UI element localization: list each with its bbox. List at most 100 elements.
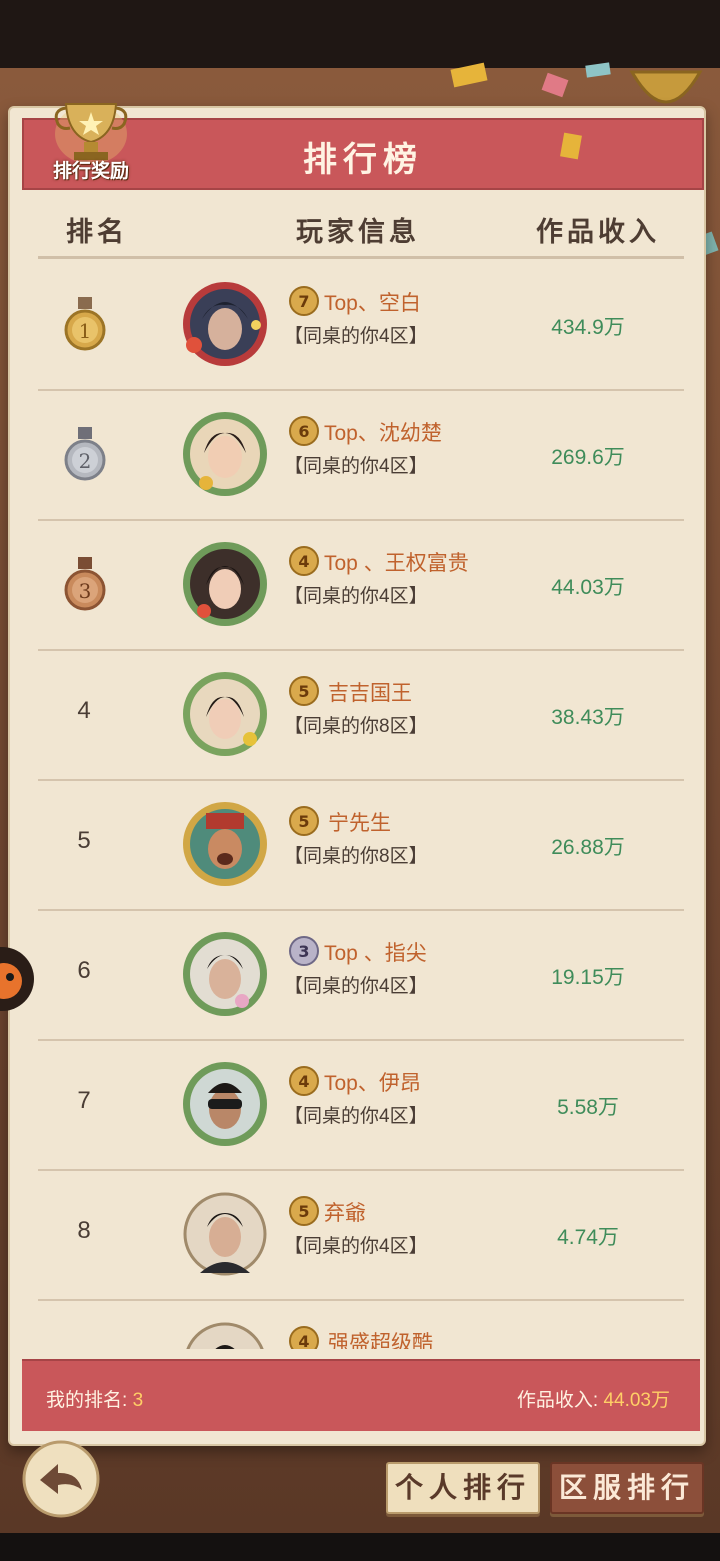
player-income: 5.58万: [557, 1096, 619, 1119]
player-avatar[interactable]: [180, 1189, 270, 1279]
my-rank: 我的排名: 3: [46, 1385, 143, 1412]
vip-badge-icon: 4: [289, 546, 319, 576]
server-ranking-button[interactable]: 区服排行: [550, 1462, 704, 1514]
player-server: 【同桌的你4区】: [284, 976, 428, 997]
player-avatar[interactable]: [180, 929, 270, 1019]
player-income: 434.9万: [551, 316, 625, 339]
avatar: [183, 802, 267, 886]
vip-badge-icon: 4: [289, 1326, 319, 1349]
player-name: 强盛超级酷: [328, 1332, 433, 1349]
vip-level: 4: [298, 552, 309, 571]
my-rank-value: 3: [132, 1390, 144, 1411]
avatar: [183, 282, 267, 366]
vip-badge-icon: 5: [289, 806, 319, 836]
player-name: 弃爺: [324, 1202, 366, 1225]
player-income: 4.74万: [557, 1226, 619, 1249]
rank-number: 4: [77, 697, 91, 724]
my-income: 作品收入: 44.03万: [517, 1385, 670, 1412]
table-row[interactable]: 4 5 吉吉国王 【同桌的你8区】 38.43万: [38, 649, 684, 781]
player-income: 19.15万: [551, 966, 625, 989]
my-income-value: 44.03万: [603, 1390, 670, 1411]
bottom-bar: [0, 1533, 720, 1561]
personal-ranking-button[interactable]: 个人排行: [386, 1462, 540, 1514]
table-row[interactable]: 6 3 Top 、指尖 【同桌的你4区】 19.15万: [38, 909, 684, 1041]
vip-badge-icon: 5: [289, 676, 319, 706]
avatar: [183, 1192, 267, 1276]
silver-medal-icon: 2: [64, 427, 106, 481]
player-name: Top 、王权富贵: [324, 552, 469, 575]
player-avatar[interactable]: [180, 279, 270, 369]
vip-level: 7: [298, 292, 309, 311]
table-row[interactable]: 3 4 Top 、王权富贵 【同桌的你4区】 44.03万: [38, 519, 684, 651]
rank-reward-button[interactable]: 排行奖励: [48, 96, 134, 186]
table-row[interactable]: 2 6 Top、沈幼楚 【同桌的你4区】 269.6万: [38, 389, 684, 521]
vip-badge-icon: 3: [289, 936, 319, 966]
player-income: 269.6万: [551, 446, 625, 469]
bronze-medal-icon: 3: [64, 557, 106, 611]
side-float-icon[interactable]: [0, 944, 36, 1014]
ranking-list[interactable]: 1 7 Top、空白 【同桌的你4区】 434.9万 2 6 Top、沈幼楚 【…: [38, 259, 684, 1349]
table-row[interactable]: 7 4 Top、伊昂 【同桌的你4区】 5.58万: [38, 1039, 684, 1171]
header-player-info: 玩家信息: [296, 217, 420, 247]
vip-level: 3: [298, 942, 309, 961]
player-income: 26.88万: [551, 836, 625, 859]
player-server: 【同桌的你4区】: [284, 1106, 428, 1127]
rank-number: 5: [77, 827, 91, 854]
player-avatar[interactable]: [180, 799, 270, 889]
player-server: 【同桌的你8区】: [284, 716, 428, 737]
player-name: Top、沈幼楚: [324, 422, 442, 445]
avatar: [183, 542, 267, 626]
player-name: Top、伊昂: [324, 1072, 421, 1095]
table-row[interactable]: 5 5 宁先生 【同桌的你8区】 26.88万: [38, 779, 684, 911]
header-rank: 排名: [66, 217, 128, 247]
table-row[interactable]: 4 强盛超级酷: [38, 1299, 684, 1349]
player-avatar[interactable]: [180, 409, 270, 499]
avatar: [183, 672, 267, 756]
player-server: 【同桌的你4区】: [284, 1236, 428, 1257]
avatar: [186, 1322, 264, 1349]
player-server: 【同桌的你4区】: [284, 326, 428, 347]
rank-number: 7: [77, 1087, 91, 1114]
vip-badge-icon: 7: [289, 286, 319, 316]
back-button[interactable]: [22, 1440, 100, 1518]
rank-number: 6: [77, 957, 91, 984]
my-rank-label: 我的排名:: [46, 1390, 133, 1411]
vip-badge-icon: 4: [289, 1066, 319, 1096]
avatar: [183, 1062, 267, 1146]
player-server: 【同桌的你4区】: [284, 456, 428, 477]
player-avatar[interactable]: [180, 1059, 270, 1149]
rank-number: 8: [77, 1217, 91, 1244]
vip-badge-icon: 6: [289, 416, 319, 446]
avatar: [183, 412, 267, 496]
vip-level: 6: [298, 422, 309, 441]
vip-level: 4: [298, 1332, 309, 1349]
player-server: 【同桌的你4区】: [284, 586, 428, 607]
table-row[interactable]: 8 5 弃爺 【同桌的你4区】 4.74万: [38, 1169, 684, 1301]
player-server: 【同桌的你8区】: [284, 846, 428, 867]
player-name: 宁先生: [328, 812, 391, 835]
player-income: 44.03万: [551, 576, 625, 599]
svg-text:1: 1: [79, 319, 92, 343]
vip-level: 5: [298, 1202, 309, 1221]
top-status-area: [0, 0, 720, 68]
player-name: Top 、指尖: [324, 942, 427, 965]
player-avatar[interactable]: [180, 1319, 270, 1349]
player-name: 吉吉国王: [328, 682, 412, 705]
player-avatar[interactable]: [180, 539, 270, 629]
player-name: Top、空白: [324, 292, 421, 315]
gold-medal-icon: 1: [64, 297, 106, 351]
table-row[interactable]: 1 7 Top、空白 【同桌的你4区】 434.9万: [38, 259, 684, 391]
vip-badge-icon: 5: [289, 1196, 319, 1226]
my-rank-bar: 我的排名: 3 作品收入: 44.03万: [22, 1359, 700, 1431]
back-arrow-icon: [22, 1440, 100, 1518]
avatar: [183, 932, 267, 1016]
player-avatar[interactable]: [180, 669, 270, 759]
svg-text:3: 3: [79, 579, 92, 603]
vip-level: 5: [298, 682, 309, 701]
my-income-label: 作品收入:: [516, 1390, 604, 1411]
rank-reward-label: 排行奖励: [52, 161, 129, 182]
vip-level: 5: [298, 812, 309, 831]
vip-level: 4: [298, 1072, 309, 1091]
player-income: 38.43万: [551, 706, 625, 729]
svg-text:2: 2: [79, 449, 92, 473]
